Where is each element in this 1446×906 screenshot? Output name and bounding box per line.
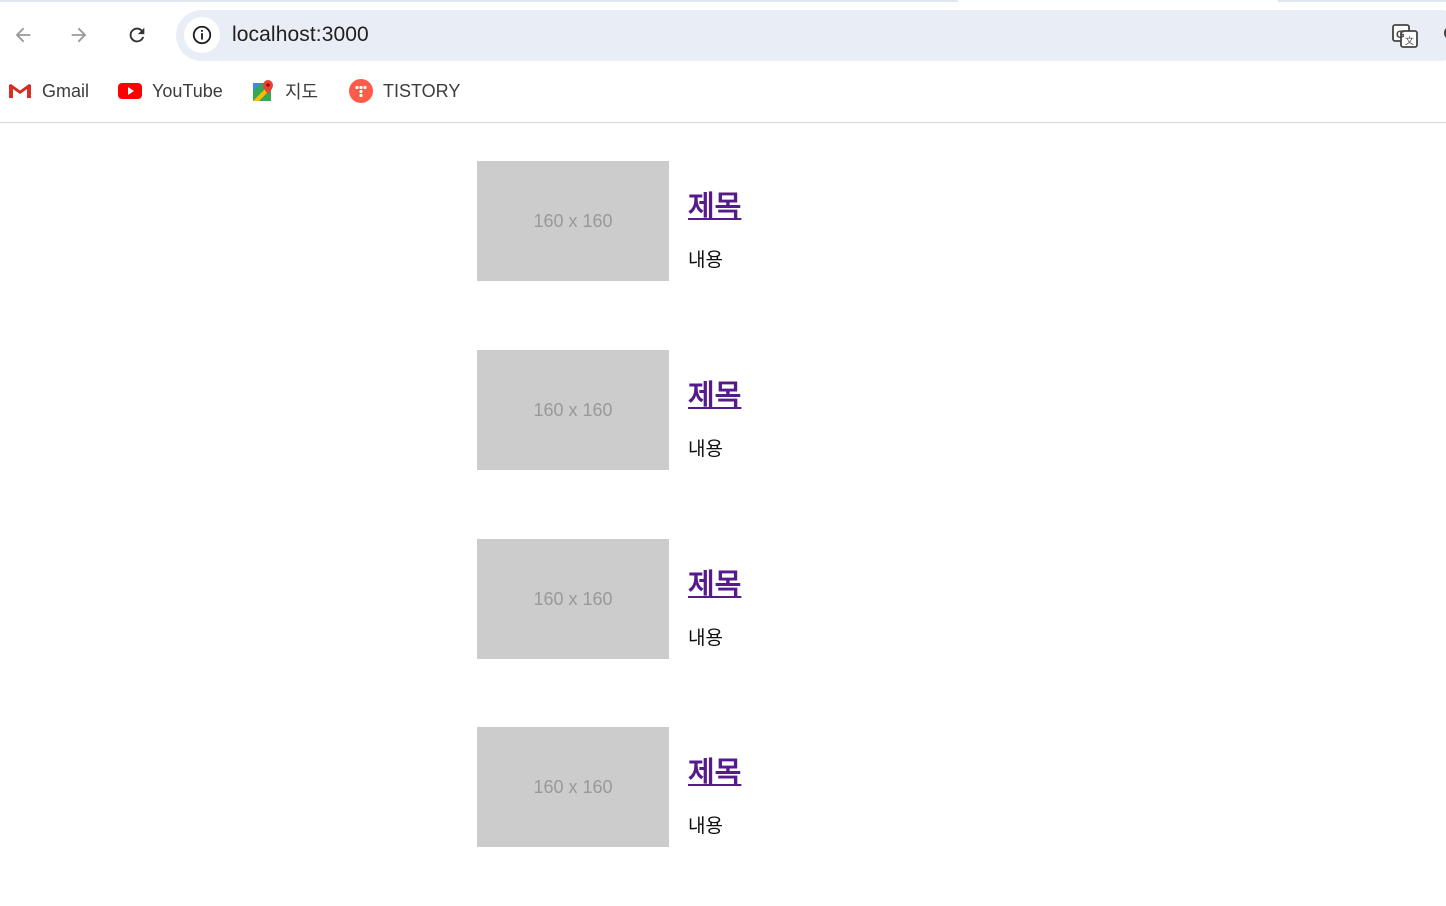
post-title-link[interactable]: 제목 bbox=[688, 372, 741, 414]
post-thumbnail: 160 x 160 bbox=[477, 350, 669, 470]
maps-icon bbox=[251, 79, 275, 103]
svg-text:G: G bbox=[1396, 29, 1405, 41]
post-body: 내용 bbox=[688, 438, 723, 460]
tab-strip-edge bbox=[0, 0, 1446, 2]
bookmark-youtube[interactable]: YouTube bbox=[118, 72, 223, 110]
post-item: 160 x 160 제목 내용 bbox=[477, 161, 1077, 281]
thumbnail-placeholder-text: 160 x 160 bbox=[533, 588, 613, 609]
bookmark-tistory[interactable]: TISTORY bbox=[349, 72, 460, 110]
post-title-link[interactable]: 제목 bbox=[688, 749, 741, 791]
youtube-icon bbox=[118, 79, 142, 103]
bookmark-gmail[interactable]: Gmail bbox=[8, 72, 89, 110]
reload-icon bbox=[129, 27, 145, 43]
page-content: 160 x 160 제목 내용 160 x 160 제목 내용 160 x 16… bbox=[0, 123, 1446, 906]
forward-button[interactable] bbox=[62, 18, 96, 52]
site-info-button[interactable] bbox=[184, 17, 220, 53]
post-item: 160 x 160 제목 내용 bbox=[477, 539, 1077, 659]
address-bar[interactable]: localhost:3000 G 文 bbox=[176, 10, 1446, 61]
thumbnail-placeholder-text: 160 x 160 bbox=[533, 776, 613, 797]
bookmarks-bar: Gmail YouTube 지도 TISTORY bbox=[0, 72, 1446, 110]
bookmark-label: TISTORY bbox=[383, 80, 461, 101]
thumbnail-placeholder-text: 160 x 160 bbox=[533, 399, 613, 420]
arrow-left-icon bbox=[15, 27, 31, 43]
search-icon[interactable] bbox=[1441, 24, 1446, 46]
translate-icon[interactable]: G 文 bbox=[1391, 22, 1419, 50]
reload-button[interactable] bbox=[120, 18, 154, 52]
info-icon bbox=[192, 25, 212, 45]
arrow-right-icon bbox=[71, 27, 87, 43]
bookmark-maps[interactable]: 지도 bbox=[251, 72, 318, 110]
svg-text:文: 文 bbox=[1405, 35, 1414, 47]
post-thumbnail: 160 x 160 bbox=[477, 539, 669, 659]
post-body: 내용 bbox=[688, 627, 723, 649]
tistory-icon bbox=[349, 79, 373, 103]
thumbnail-placeholder-text: 160 x 160 bbox=[533, 210, 613, 231]
post-item: 160 x 160 제목 내용 bbox=[477, 350, 1077, 470]
post-body: 내용 bbox=[688, 249, 723, 271]
post-thumbnail: 160 x 160 bbox=[477, 727, 669, 847]
bookmark-label: Gmail bbox=[42, 80, 90, 101]
post-title-link[interactable]: 제목 bbox=[688, 183, 741, 225]
post-title-link[interactable]: 제목 bbox=[688, 561, 741, 603]
gmail-icon bbox=[8, 79, 32, 103]
url-text[interactable]: localhost:3000 bbox=[232, 23, 369, 47]
post-item: 160 x 160 제목 내용 bbox=[477, 727, 1077, 847]
post-thumbnail: 160 x 160 bbox=[477, 161, 669, 281]
bookmark-label: 지도 bbox=[285, 82, 319, 102]
bookmark-label: YouTube bbox=[152, 80, 223, 101]
back-button[interactable] bbox=[6, 18, 40, 52]
browser-chrome: localhost:3000 G 文 Gmail YouTube 지도 TIST… bbox=[0, 0, 1446, 123]
post-body: 내용 bbox=[688, 815, 723, 837]
